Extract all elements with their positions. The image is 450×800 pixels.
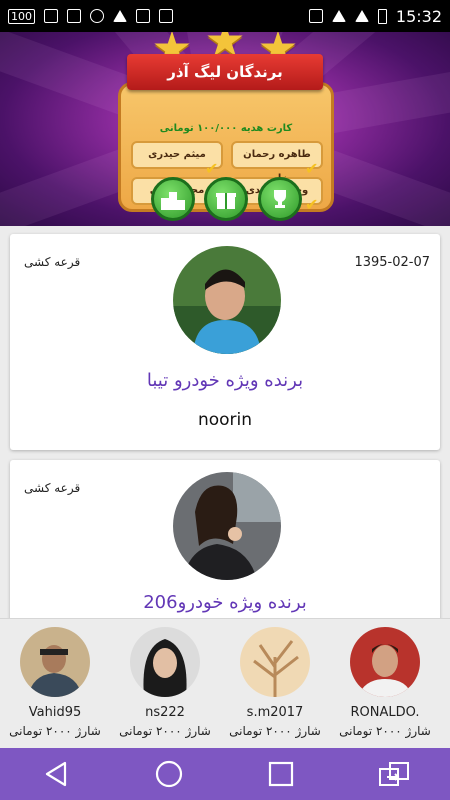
winner-avatar	[130, 627, 200, 697]
board-subtitle: کارت هدیه ۱۰۰/۰۰۰ تومانی	[159, 123, 293, 134]
charge-winner[interactable]: ns222 شارژ ۲۰۰۰ تومانی	[110, 627, 220, 738]
android-icon	[136, 9, 150, 23]
prize-text: برنده ویژه خودرو تیبا	[146, 370, 304, 391]
winners-list[interactable]: قرعه کشی 1395-02-07 برنده ویژه خودرو تیب…	[0, 226, 450, 618]
league-winners-banner[interactable]: ★ ★ ★ کارت هدیه ۱۰۰/۰۰۰ تومانی طاهره رحم…	[0, 32, 450, 226]
winner-avatar	[240, 627, 310, 697]
prize-text: برنده ویژه خودرو206	[143, 592, 307, 613]
gift-button[interactable]	[204, 177, 248, 221]
charge-winner[interactable]: Vahid95 شارژ ۲۰۰۰ تومانی	[0, 627, 110, 738]
trophy-icon	[274, 190, 286, 208]
winner-name: noorin	[197, 410, 253, 430]
winner-avatar	[173, 246, 281, 354]
charge-label: شارژ ۲۰۰۰ تومانی	[119, 724, 211, 738]
home-button[interactable]	[149, 754, 189, 794]
gift-icon	[216, 193, 236, 209]
status-bar: 100 15:32	[0, 0, 450, 32]
card-date: 1395-02-07	[354, 255, 430, 270]
back-icon	[46, 761, 67, 787]
notification-badge: 100	[8, 8, 35, 24]
wifi-notification-icon	[90, 9, 104, 23]
charge-winner[interactable]: s.m2017 شارژ ۲۰۰۰ تومانی	[220, 627, 330, 738]
battery-icon	[377, 8, 387, 24]
switch-app-icon	[378, 762, 409, 786]
podium-icon	[161, 192, 185, 210]
recents-icon	[269, 761, 294, 787]
charge-label: شارژ ۲۰۰۰ تومانی	[9, 724, 101, 738]
winner-avatar	[20, 627, 90, 697]
winner-name: ns222	[145, 705, 185, 720]
card-type: قرعه کشی	[24, 481, 81, 495]
winner-card[interactable]: قرعه کشی برنده ویژه خودرو206	[10, 460, 440, 618]
winner-card[interactable]: قرعه کشی 1395-02-07 برنده ویژه خودرو تیب…	[10, 234, 440, 450]
check-icon: ✔	[305, 159, 319, 178]
navigation-bar	[0, 748, 450, 800]
clock: 15:32	[395, 6, 442, 26]
winner-name: Vahid95	[28, 705, 82, 720]
banner-title: برندگان لیگ آذر	[127, 54, 323, 90]
home-icon	[155, 760, 182, 788]
vibrate-icon	[308, 9, 323, 23]
switch-app-button[interactable]	[374, 754, 414, 794]
android-debug-icon	[159, 9, 173, 23]
signal-icon	[354, 10, 369, 22]
usb-icon	[113, 10, 127, 22]
wifi-icon	[331, 10, 346, 22]
charge-winners-strip[interactable]: Vahid95 شارژ ۲۰۰۰ تومانی ns222 شارژ ۲۰۰۰…	[0, 618, 450, 748]
winner-avatar	[350, 627, 420, 697]
winner-name: RONALDO.	[350, 705, 420, 720]
recents-button[interactable]	[261, 754, 301, 794]
image-icon	[44, 9, 58, 23]
charge-winner[interactable]: RONALDO. شارژ ۲۰۰۰ تومانی	[330, 627, 440, 738]
winner-name: s.m2017	[246, 705, 304, 720]
gallery-icon	[67, 9, 81, 23]
back-button[interactable]	[36, 754, 76, 794]
check-icon: ✔	[305, 195, 319, 214]
trophy-button[interactable]	[258, 177, 302, 221]
check-icon: ✔	[205, 159, 219, 178]
card-type: قرعه کشی	[24, 255, 81, 269]
charge-label: شارژ ۲۰۰۰ تومانی	[229, 724, 321, 738]
winner-avatar	[173, 472, 281, 580]
ranking-button[interactable]	[151, 177, 195, 221]
charge-label: شارژ ۲۰۰۰ تومانی	[339, 724, 431, 738]
